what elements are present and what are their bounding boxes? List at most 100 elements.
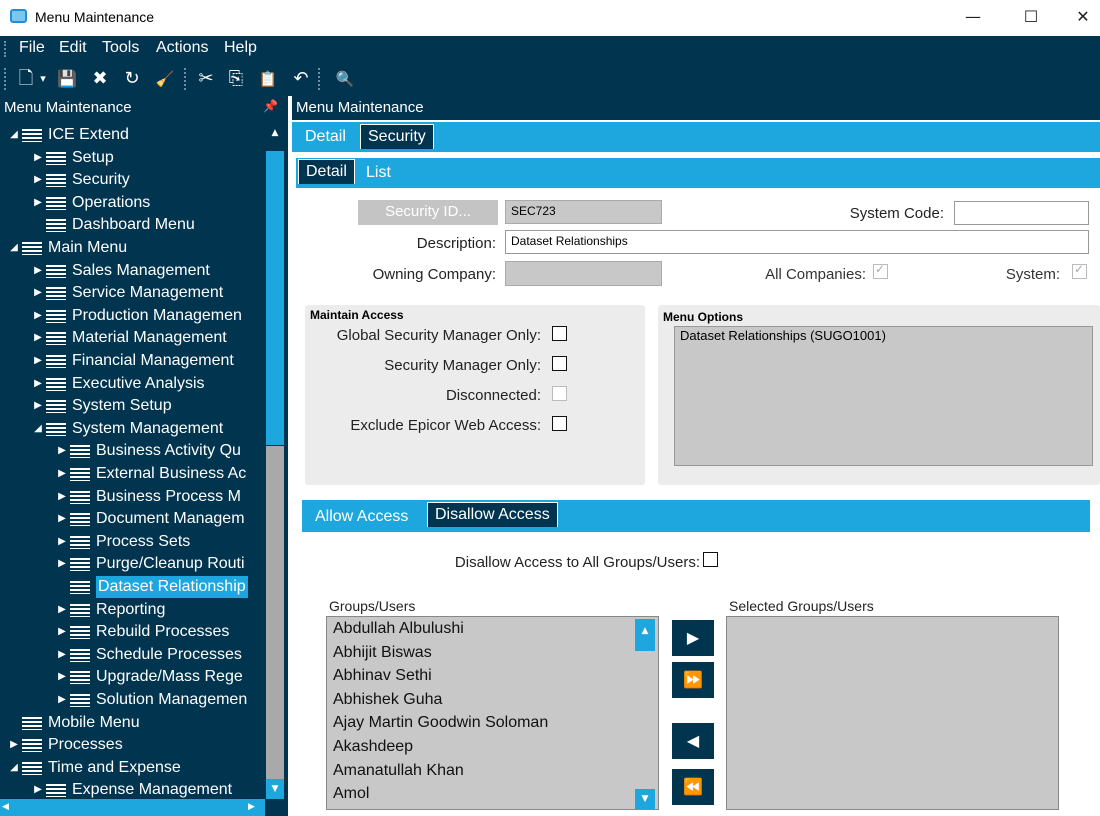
expand-arrow-icon[interactable]: ▶ xyxy=(32,779,44,799)
menu-edit[interactable]: Edit xyxy=(59,39,87,57)
list-item[interactable]: Abhijit Biswas xyxy=(333,644,432,662)
tree-node-label: Production Managemen xyxy=(72,306,242,324)
expand-arrow-icon[interactable]: ▶ xyxy=(56,531,68,553)
tab-security[interactable]: Security xyxy=(360,124,434,149)
expand-arrow-icon[interactable]: ▶ xyxy=(56,440,68,462)
security-manager-checkbox[interactable] xyxy=(552,356,567,371)
minimize-button[interactable]: — xyxy=(950,6,996,30)
tab-disallow-access[interactable]: Disallow Access xyxy=(427,502,558,527)
navigation-pane: Menu Maintenance 📌 ◢ ICE Extend ▶ Setup ▶ Sec… xyxy=(0,96,288,816)
expand-arrow-icon[interactable]: ▶ xyxy=(56,621,68,643)
tab-allow-access[interactable]: Allow Access xyxy=(315,508,408,526)
expand-arrow-icon[interactable]: ▶ xyxy=(32,192,44,214)
menu-options-list[interactable]: Dataset Relationships (SUGO1001) xyxy=(674,326,1093,466)
scrollbar-track[interactable] xyxy=(266,446,284,780)
menu-tree: ◢ ICE Extend ▶ Setup ▶ Security ▶ Operations Das… xyxy=(0,123,265,799)
expand-arrow-icon[interactable]: ▶ xyxy=(32,282,44,304)
disallow-all-checkbox[interactable] xyxy=(703,552,718,567)
main-tab-strip: Detail Security xyxy=(292,122,1100,152)
subtab-list[interactable]: List xyxy=(366,164,391,182)
menu-file[interactable]: File xyxy=(19,39,45,57)
paste-icon[interactable]: 📋 xyxy=(255,66,281,92)
menu-actions[interactable]: Actions xyxy=(156,39,208,57)
clear-icon[interactable]: 🧹 xyxy=(152,66,178,92)
tree-node-label: External Business Ac xyxy=(96,465,247,482)
list-item[interactable]: Abdullah Albulushi xyxy=(333,620,464,638)
tab-detail[interactable]: Detail xyxy=(305,128,346,146)
maximize-button[interactable]: ☐ xyxy=(1008,6,1054,30)
disconnected-checkbox[interactable] xyxy=(552,386,567,401)
collapse-arrow-icon[interactable]: ◢ xyxy=(8,757,20,779)
copy-icon[interactable]: ⎘ xyxy=(223,66,249,92)
groups-users-list[interactable]: Abdullah Albulushi Abhijit Biswas Abhinav … xyxy=(326,616,659,810)
tree-horizontal-scrollbar[interactable]: ◀ ▶ xyxy=(0,799,265,816)
menu-tools[interactable]: Tools xyxy=(102,39,139,57)
selected-groups-users-list[interactable] xyxy=(726,616,1059,810)
expand-arrow-icon[interactable]: ▶ xyxy=(56,689,68,711)
list-item[interactable]: Amanatullah Khan xyxy=(333,762,464,780)
description-field[interactable]: Dataset Relationships xyxy=(505,230,1089,254)
collapse-arrow-icon[interactable]: ◢ xyxy=(32,418,44,440)
expand-arrow-icon[interactable]: ▶ xyxy=(56,463,68,485)
expand-arrow-icon[interactable]: ▶ xyxy=(56,644,68,666)
list-item[interactable]: Ajay Martin Goodwin Soloman xyxy=(333,714,548,732)
expand-arrow-icon[interactable]: ▶ xyxy=(8,734,20,756)
remove-all-button[interactable]: ⏪ xyxy=(672,769,714,805)
list-item[interactable]: Amol xyxy=(333,785,369,803)
scroll-down-icon[interactable]: ▼ xyxy=(266,779,284,799)
pin-icon[interactable]: 📌 xyxy=(263,99,278,113)
expand-arrow-icon[interactable]: ▶ xyxy=(32,350,44,372)
expand-arrow-icon[interactable]: ▶ xyxy=(32,169,44,191)
expand-arrow-icon[interactable]: ▶ xyxy=(32,260,44,282)
list-item[interactable]: Abhishek Guha xyxy=(333,691,442,709)
scroll-left-icon[interactable]: ◀ xyxy=(2,799,9,816)
security-manager-label: Security Manager Only: xyxy=(384,357,541,374)
refresh-icon[interactable]: ↻ xyxy=(119,66,145,92)
expand-arrow-icon[interactable]: ▶ xyxy=(56,508,68,530)
expand-arrow-icon[interactable]: ▶ xyxy=(32,147,44,169)
tree-vertical-scrollbar[interactable]: ▲ ▼ xyxy=(265,123,285,799)
cut-icon[interactable]: ✂ xyxy=(193,66,219,92)
search-icon[interactable]: 🔍 xyxy=(332,66,358,92)
menu-help[interactable]: Help xyxy=(224,39,257,57)
folder-icon xyxy=(70,626,90,640)
save-icon[interactable]: 💾 xyxy=(54,66,80,92)
owning-company-field[interactable] xyxy=(505,261,662,286)
list-scroll-down-icon[interactable]: ▼ xyxy=(635,789,655,809)
expand-arrow-icon[interactable]: ▶ xyxy=(32,305,44,327)
new-icon[interactable]: 🗋 xyxy=(14,66,38,92)
collapse-arrow-icon[interactable]: ◢ xyxy=(8,124,20,146)
scroll-up-icon[interactable]: ▲ xyxy=(266,123,284,143)
scroll-right-icon[interactable]: ▶ xyxy=(248,799,255,816)
add-all-button[interactable]: ⏩ xyxy=(672,662,714,698)
expand-arrow-icon[interactable]: ▶ xyxy=(56,666,68,688)
subtab-detail[interactable]: Detail xyxy=(298,159,355,184)
expand-arrow-icon[interactable]: ▶ xyxy=(32,373,44,395)
expand-arrow-icon[interactable]: ▶ xyxy=(32,327,44,349)
expand-arrow-icon[interactable]: ▶ xyxy=(56,599,68,621)
expand-arrow-icon[interactable]: ▶ xyxy=(32,395,44,417)
add-selected-button[interactable]: ▶ xyxy=(672,620,714,656)
system-code-field[interactable] xyxy=(954,201,1089,225)
expand-arrow-icon[interactable]: ▶ xyxy=(56,486,68,508)
close-button[interactable]: ✕ xyxy=(1066,6,1100,30)
delete-icon[interactable]: ✖ xyxy=(88,66,112,92)
expand-arrow-icon[interactable]: ▶ xyxy=(56,553,68,575)
list-scroll-up-icon[interactable]: ▲ xyxy=(635,619,655,651)
security-id-field[interactable]: SEC723 xyxy=(505,200,662,224)
undo-icon[interactable]: ↶ xyxy=(289,66,313,92)
exclude-web-access-checkbox[interactable] xyxy=(552,416,567,431)
list-item[interactable]: Akashdeep xyxy=(333,738,413,756)
new-dropdown-icon[interactable]: ▾ xyxy=(38,66,48,92)
toolbar-separator xyxy=(318,68,320,90)
system-checkbox[interactable] xyxy=(1072,262,1087,279)
tree-node-label: Upgrade/Mass Rege xyxy=(96,668,243,686)
scrollbar-thumb[interactable] xyxy=(266,151,284,445)
folder-icon xyxy=(70,581,90,594)
security-id-button[interactable]: Security ID... xyxy=(358,200,498,225)
global-security-manager-checkbox[interactable] xyxy=(552,326,567,341)
all-companies-checkbox[interactable] xyxy=(873,262,888,279)
collapse-arrow-icon[interactable]: ◢ xyxy=(8,237,20,259)
remove-selected-button[interactable]: ◀ xyxy=(672,723,714,759)
list-item[interactable]: Abhinav Sethi xyxy=(333,667,432,685)
